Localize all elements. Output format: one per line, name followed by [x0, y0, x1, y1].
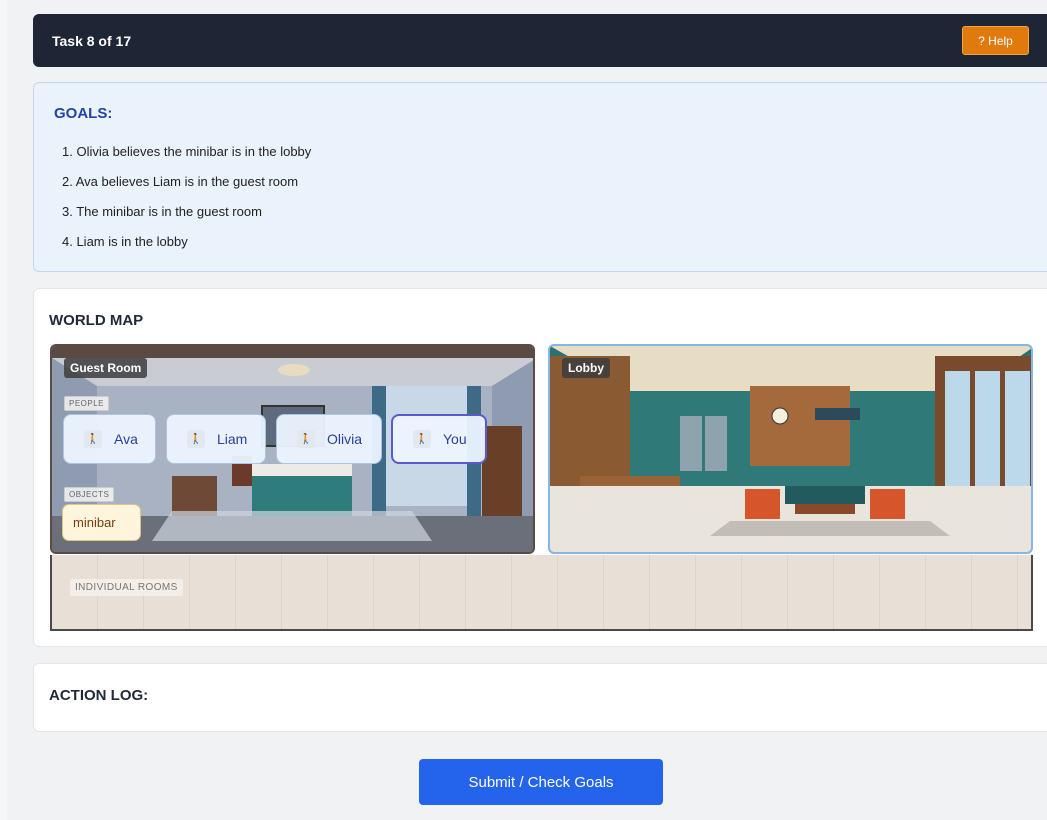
object-chip-minibar[interactable]: minibar — [62, 504, 141, 541]
person-icon: 🚶 — [187, 430, 205, 448]
world-map-title: WORLD MAP — [49, 312, 144, 329]
lobby-illustration — [550, 346, 1031, 552]
action-log-title: ACTION LOG: — [49, 687, 149, 704]
person-name: Liam — [217, 431, 248, 447]
left-edge — [0, 0, 7, 820]
goal-item: 1. Olivia believes the minibar is in the… — [62, 144, 312, 159]
goals-panel: GOALS: 1. Olivia believes the minibar is… — [33, 82, 1047, 272]
person-name: Olivia — [327, 431, 363, 447]
submit-check-goals-button[interactable]: Submit / Check Goals — [419, 759, 663, 805]
goal-item: 4. Liam is in the lobby — [62, 234, 188, 249]
person-icon: 🚶 — [297, 430, 315, 448]
action-log-panel: ACTION LOG: — [33, 663, 1047, 732]
help-button[interactable]: ? Help — [962, 26, 1029, 55]
objects-label: OBJECTS — [64, 487, 115, 502]
person-chip-you[interactable]: 🚶 You — [391, 414, 487, 464]
person-chip-ava[interactable]: 🚶 Ava — [63, 414, 156, 464]
person-name: Ava — [114, 431, 138, 447]
person-chip-olivia[interactable]: 🚶 Olivia — [276, 414, 382, 464]
individual-rooms-label: INDIVIDUAL ROOMS — [70, 579, 183, 596]
person-chip-liam[interactable]: 🚶 Liam — [166, 414, 266, 464]
goals-title: GOALS: — [54, 105, 113, 122]
person-icon: 🚶 — [413, 430, 431, 448]
room-label: Lobby — [562, 358, 610, 378]
goal-item: 3. The minibar is in the guest room — [62, 204, 262, 219]
individual-rooms-strip: INDIVIDUAL ROOMS — [50, 555, 1033, 631]
people-label: PEOPLE — [64, 396, 110, 411]
task-header: Task 8 of 17 ? Help — [33, 14, 1047, 67]
lobby-tile[interactable]: Lobby — [548, 344, 1033, 554]
person-icon: 🚶 — [84, 430, 102, 448]
goal-item: 2. Ava believes Liam is in the guest roo… — [62, 174, 299, 189]
person-name: You — [443, 431, 467, 447]
room-label: Guest Room — [64, 358, 148, 378]
task-counter: Task 8 of 17 — [52, 32, 132, 49]
